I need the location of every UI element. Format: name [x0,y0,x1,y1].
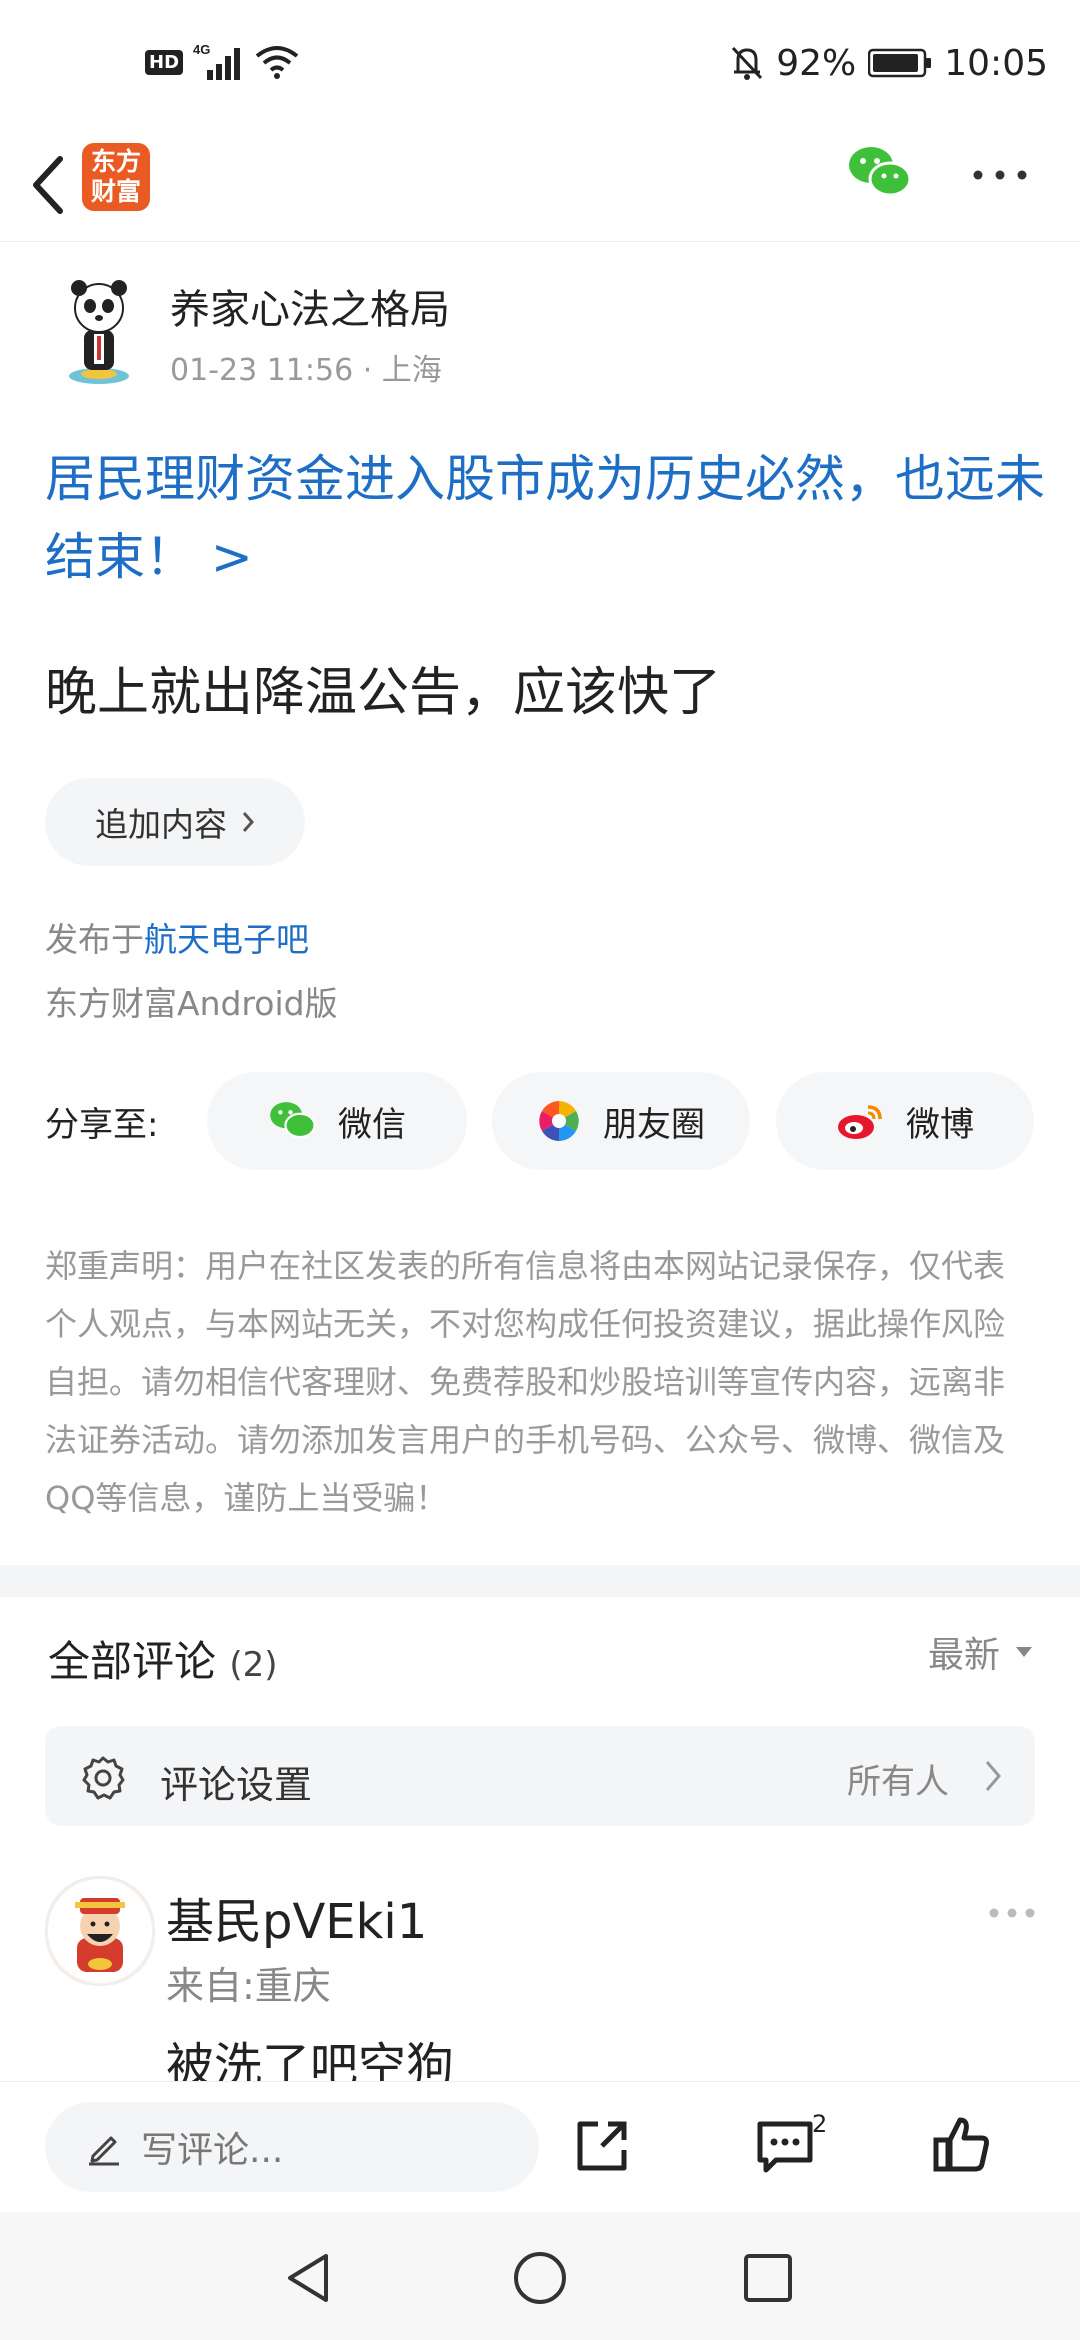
weibo-icon [838,1105,882,1139]
client-source: 东方财富Android版 [45,984,338,1023]
clock: 10:05 [944,42,1048,84]
post-body: 晚上就出降温公告，应该快了 [45,663,722,723]
caret-down-icon [1016,1647,1032,1657]
back-arrow-icon[interactable] [22,145,82,225]
published-in: 发布于航天电子吧 [45,920,309,959]
chevron-right-icon [985,1761,1001,1791]
disclaimer-text: 郑重声明：用户在社区发表的所有信息将由本网站记录保存，仅代表个人观点，与本网站无… [45,1247,1006,1517]
share-moments-button[interactable]: 朋友圈 [492,1072,750,1170]
comment-settings-row[interactable]: 评论设置 所有人 [45,1726,1035,1826]
forum-link[interactable]: 航天电子吧 [144,920,309,959]
nav-recents-icon[interactable] [742,2252,794,2304]
nav-home-icon[interactable] [512,2250,568,2306]
app-logo[interactable]: 东方 财富 [82,143,150,211]
author-avatar[interactable] [56,278,142,388]
wifi-icon [255,46,299,79]
share-wechat-button[interactable]: 微信 [207,1072,467,1170]
moments-icon [539,1101,579,1141]
sort-dropdown[interactable]: 最新 [928,1626,1034,1678]
status-right: 92% 10:05 [730,40,1048,86]
commenter-name[interactable]: 基民pVEki1 [166,1882,427,1952]
add-content-button[interactable]: 追加内容 [45,778,305,866]
hd-indicator: HD [145,49,184,75]
comment-icon[interactable] [754,2116,816,2178]
status-left: HD 4G [145,42,299,82]
pencil-icon [89,2136,119,2166]
battery-percent: 92% [776,42,857,84]
comment-more-icon[interactable] [988,1905,1036,1921]
commenter-avatar[interactable] [45,1876,155,1986]
nav-back-icon[interactable] [282,2250,334,2306]
thumbs-up-icon[interactable] [930,2114,992,2176]
wechat-icon [270,1102,316,1139]
comment-settings-value: 所有人 [847,1762,949,1802]
write-comment-input[interactable]: 写评论... [45,2102,539,2192]
mute-bell-icon [732,46,763,80]
post-title-link[interactable]: 居民理财资金进入股市成为历史必然，也远未结束！ > [45,440,1045,596]
gear-icon [82,1756,125,1800]
post-meta: 01-23 11:56 · 上海 [170,353,442,388]
comment-count-badge: 2 [812,2110,828,2138]
share-label: 分享至: [45,1105,159,1145]
share-icon[interactable] [572,2116,632,2176]
share-weibo-button[interactable]: 微博 [776,1072,1034,1170]
top-nav: 东方 财富 [0,135,1080,242]
commenter-location: 来自:重庆 [166,1964,331,2008]
bottom-action-bar: 写评论... 2 [0,2082,1080,2212]
chevron-right-icon [242,812,255,832]
cellular-signal-icon: 4G [193,42,241,80]
more-options-icon[interactable] [970,165,1030,185]
comments-count: (2) [229,1645,278,1685]
section-divider [0,1565,1080,1597]
battery-icon [868,48,932,78]
svg-text:4G: 4G [193,42,210,57]
wechat-share-icon[interactable] [846,143,912,203]
system-nav-bar [0,2212,1080,2340]
comment-settings-label: 评论设置 [160,1763,313,1807]
author-name[interactable]: 养家心法之格局 [170,277,450,335]
status-bar: HD 4G 92% 10:05 [0,0,1080,135]
comments-heading: 全部评论 (2) [48,1637,278,1686]
